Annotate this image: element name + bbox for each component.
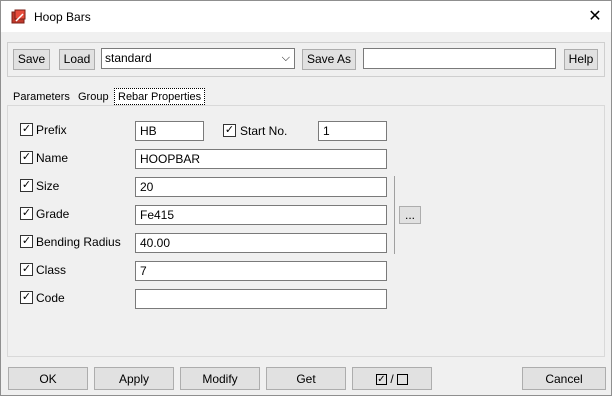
code-checkbox[interactable]: ✓ [20,291,33,304]
title-bar: Hoop Bars ✕ [1,1,611,32]
vertical-divider [394,176,395,254]
tab-group[interactable]: Group [75,89,112,106]
bending-radius-label: Bending Radius [36,235,121,249]
preset-value: standard [105,51,152,65]
size-checkbox[interactable]: ✓ [20,179,33,192]
unchecked-box-icon [397,374,409,386]
name-checkbox[interactable]: ✓ [20,151,33,164]
toggle-separator: / [390,372,394,386]
get-button[interactable]: Get [266,367,346,390]
modify-button[interactable]: Modify [180,367,260,390]
name-label: Name [36,151,69,165]
grade-field[interactable]: Fe415 [135,205,387,225]
start-no-label: Start No. [240,124,288,138]
save-as-button[interactable]: Save As [302,49,356,70]
rebar-properties-panel [7,105,605,357]
chevron-down-icon: ⌵ [281,52,290,64]
dialog-window: Hoop Bars ✕ Save Load standard ⌵ Save As… [0,0,612,396]
load-button[interactable]: Load [59,49,95,70]
help-button[interactable]: Help [564,49,598,70]
prefix-checkbox[interactable]: ✓ [20,123,33,136]
save-as-field[interactable] [363,48,556,69]
window-title: Hoop Bars [34,10,91,24]
apply-button[interactable]: Apply [94,367,174,390]
code-field[interactable] [135,289,387,309]
cancel-button[interactable]: Cancel [522,367,606,390]
prefix-label: Prefix [36,123,67,137]
class-field[interactable]: 7 [135,261,387,281]
name-field[interactable]: HOOPBAR [135,149,387,169]
start-no-checkbox[interactable]: ✓ [223,124,236,137]
save-button[interactable]: Save [13,49,50,70]
class-checkbox[interactable]: ✓ [20,263,33,276]
preset-combo[interactable]: standard ⌵ [101,48,295,69]
bending-radius-field[interactable]: 40.00 [135,233,387,253]
grade-label: Grade [36,207,70,221]
app-icon [11,9,26,24]
start-no-field[interactable]: 1 [318,121,387,141]
close-icon[interactable]: ✕ [585,7,605,27]
size-label: Size [36,179,60,193]
grade-checkbox[interactable]: ✓ [20,207,33,220]
tab-rebar-properties[interactable]: Rebar Properties [114,88,206,105]
grade-browse-button[interactable]: ... [399,206,421,224]
checked-box-icon: ✓ [375,374,387,386]
size-field[interactable]: 20 [135,177,387,197]
ok-button[interactable]: OK [8,367,88,390]
bending-radius-checkbox[interactable]: ✓ [20,235,33,248]
tab-parameters[interactable]: Parameters [10,89,73,106]
prefix-field[interactable]: HB [135,121,204,141]
class-label: Class [36,263,67,277]
code-label: Code [36,291,65,305]
select-toggle-button[interactable]: ✓ / [352,367,432,390]
